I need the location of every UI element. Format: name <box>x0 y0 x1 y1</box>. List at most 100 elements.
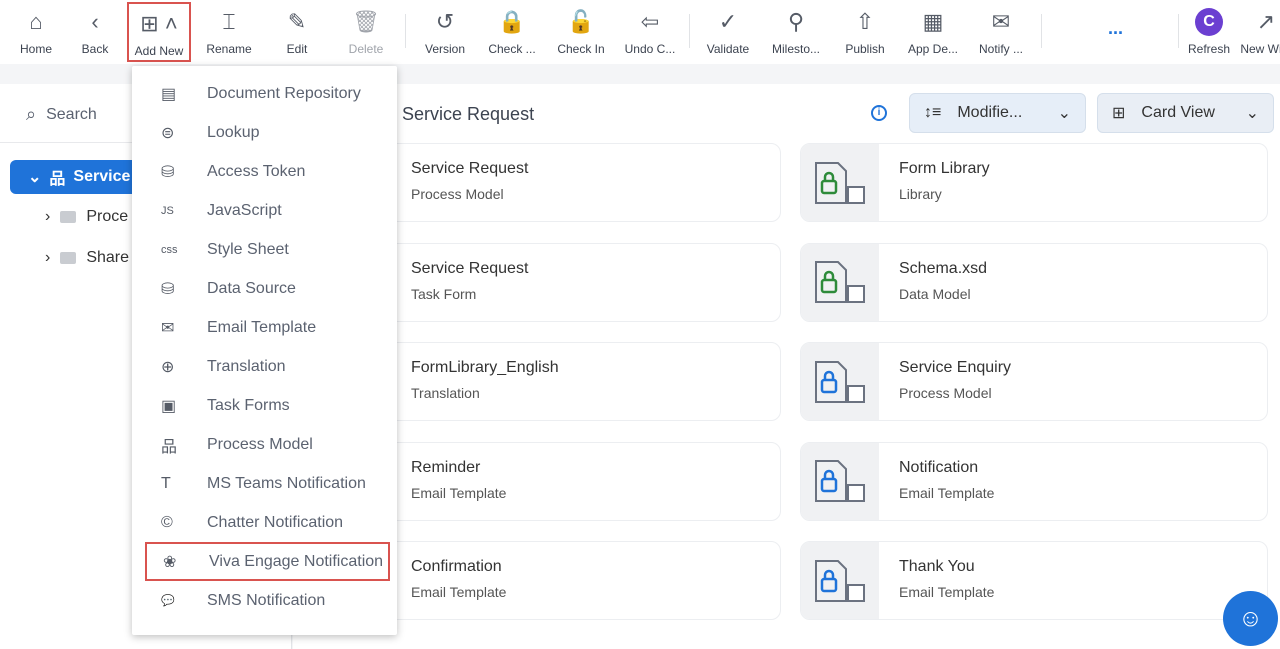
card-subtitle: Email Template <box>899 584 995 600</box>
card-item[interactable]: Form Library Library <box>800 143 1268 222</box>
card-item[interactable]: FormLibrary_English Translation <box>353 342 781 421</box>
card-title: Service Request <box>411 259 529 277</box>
toolbar-rename-button[interactable]: ⌶ Rename <box>198 6 260 62</box>
style-sheet-icon: css <box>161 243 178 256</box>
card-item[interactable]: Service Enquiry Process Model <box>800 342 1268 421</box>
menu-item-style-sheet[interactable]: css Style Sheet <box>145 230 390 269</box>
ms-teams-notification-icon: T <box>161 474 171 492</box>
menu-item-translation[interactable]: ⊕ Translation <box>145 347 390 386</box>
card-item[interactable]: Notification Email Template <box>800 441 1268 521</box>
locked-file-icon <box>801 542 879 619</box>
card-subtitle: Email Template <box>411 584 507 600</box>
tree-item-process[interactable]: › Proce <box>45 208 128 226</box>
translation-icon: ⊕ <box>161 358 175 376</box>
chevron-down-icon: ⌄ <box>1245 105 1259 122</box>
new-window-icon: ↗ <box>1256 9 1276 34</box>
unlock-icon: 🔓 <box>567 9 595 34</box>
toolbar-back-button[interactable]: ‹ Back <box>64 6 126 62</box>
toolbar-notify-button[interactable]: ✉ Notify ... <box>970 6 1032 62</box>
add-new-menu: ▤ Document Repository ⊜ Lookup ⛁ Access Token… <box>132 66 397 635</box>
menu-item-javascript[interactable]: JS JavaScript <box>145 191 390 230</box>
lookup-icon: ⊜ <box>161 124 175 142</box>
toolbar-validate-button[interactable]: ✓ Validate <box>697 6 759 62</box>
card-subtitle: Process Model <box>411 186 504 202</box>
menu-item-document-repository[interactable]: ▤ Document Repository <box>145 74 390 113</box>
add-new-icon: ⊞ ˄ <box>140 11 178 36</box>
email-template-icon: ✉ <box>161 319 175 337</box>
card-subtitle: Email Template <box>411 484 507 501</box>
toolbar-add-new-button[interactable]: ⊞ ˄ Add New <box>127 2 191 62</box>
page-title: Service Request <box>402 104 535 124</box>
edit-icon: ✎ <box>287 9 307 34</box>
milestone-icon: ⚲ <box>787 9 805 34</box>
toolbar-delete-button[interactable]: 🗑 Delete <box>335 6 397 62</box>
toolbar-app-de-button[interactable]: ▦ App De... <box>902 6 964 62</box>
card-title: Form Library <box>899 160 990 177</box>
card-item[interactable]: Confirmation Email Template <box>353 541 781 620</box>
chatbot-button[interactable]: ☺ <box>1223 591 1278 646</box>
toolbar-edit-button[interactable]: ✎ Edit <box>266 6 328 62</box>
chatter-notification-icon: © <box>161 513 173 531</box>
data-source-icon: ⛁ <box>161 280 175 298</box>
access-token-icon: ⛁ <box>161 163 175 181</box>
tree-item-root[interactable]: ⌄ 品 Service <box>10 160 150 194</box>
card-title: Confirmation <box>411 558 502 575</box>
card-subtitle: Data Model <box>899 285 971 302</box>
view-dropdown[interactable]: ⊞ Card View ⌄ <box>1097 93 1274 133</box>
more-options-button[interactable]: ... <box>1108 18 1123 39</box>
toolbar-new-wi-button[interactable]: ↗New Wi... <box>1235 6 1280 62</box>
card-title: FormLibrary_English <box>411 359 559 376</box>
card-item[interactable]: Schema.xsd Data Model <box>800 242 1268 322</box>
chevron-down-icon: ⌄ <box>28 169 42 186</box>
tree-item-shared[interactable]: › Share <box>45 249 129 267</box>
menu-item-lookup[interactable]: ⊜ Lookup <box>145 113 390 152</box>
toolbar-undo-c-button[interactable]: ⇦ Undo C... <box>619 6 681 62</box>
delete-icon: 🗑 <box>352 9 380 34</box>
info-icon[interactable]: i <box>871 105 887 121</box>
publish-icon: ⇧ <box>855 9 875 34</box>
locked-file-icon <box>801 243 879 321</box>
undo-checkout-icon: ⇦ <box>640 9 660 34</box>
toolbar-separator <box>1178 14 1179 48</box>
menu-item-access-token[interactable]: ⛁ Access Token <box>145 152 390 191</box>
card-item[interactable]: Reminder Email Template <box>353 441 781 521</box>
menu-item-data-source[interactable]: ⛁ Data Source <box>145 269 390 308</box>
toolbar-version-button[interactable]: ↺ Version <box>414 6 476 62</box>
card-item[interactable]: Service Request Task Form <box>353 242 781 322</box>
menu-item-task-forms[interactable]: ▣ Task Forms <box>145 386 390 425</box>
version-icon: ↺ <box>435 9 455 34</box>
toolbar-home-button[interactable]: ⌂ Home <box>5 6 67 62</box>
toolbar-separator <box>1041 14 1042 48</box>
toolbar: ⌂ Home ‹ Back ⊞ ˄ Add New ⌶ Rename ✎ Edit 🗑 Delete ↺… <box>0 0 1280 64</box>
main-panel: Service Request i ↕≡ Modifie... ⌄ ⊞ Card Vi… <box>293 84 1280 649</box>
locked-file-icon <box>801 343 879 420</box>
toolbar-milesto-button[interactable]: ⚲ Milesto... <box>765 6 827 62</box>
validate-icon: ✓ <box>718 9 738 34</box>
menu-item-process-model[interactable]: 品 Process Model <box>145 425 390 464</box>
toolbar-check-in-button[interactable]: 🔓 Check In <box>550 6 612 62</box>
toolbar-refresh-button[interactable]: C Refresh <box>1178 6 1240 62</box>
menu-item-viva-engage-notification[interactable]: ❀ Viva Engage Notification <box>145 542 390 581</box>
menu-item-sms-notification[interactable]: 💬 SMS Notification <box>145 581 390 620</box>
toolbar-check-button[interactable]: 🔒 Check ... <box>481 6 543 62</box>
locked-file-icon <box>801 442 879 520</box>
menu-item-email-template[interactable]: ✉ Email Template <box>145 308 390 347</box>
search-input[interactable]: ⌕ Search <box>26 104 97 125</box>
toolbar-publish-button[interactable]: ⇧ Publish <box>834 6 896 62</box>
chevron-right-icon: › <box>45 249 51 266</box>
chevron-down-icon: ⌄ <box>1057 105 1071 122</box>
card-subtitle: Process Model <box>899 385 992 401</box>
rename-icon: ⌶ <box>222 9 236 34</box>
app-designer-icon: ▦ <box>922 9 944 34</box>
card-title: Service Request <box>411 160 529 177</box>
menu-item-chatter-notification[interactable]: © Chatter Notification <box>145 503 390 542</box>
javascript-icon: JS <box>161 204 174 217</box>
mail-icon: ✉ <box>991 9 1011 34</box>
folder-icon <box>60 252 77 264</box>
task-forms-icon: ▣ <box>161 397 177 415</box>
sort-dropdown[interactable]: ↕≡ Modifie... ⌄ <box>909 93 1086 133</box>
menu-item-ms-teams-notification[interactable]: T MS Teams Notification <box>145 464 390 503</box>
card-item[interactable]: Thank You Email Template <box>800 541 1268 620</box>
card-item[interactable]: Service Request Process Model <box>353 143 781 222</box>
sms-notification-icon: 💬 <box>161 595 175 607</box>
